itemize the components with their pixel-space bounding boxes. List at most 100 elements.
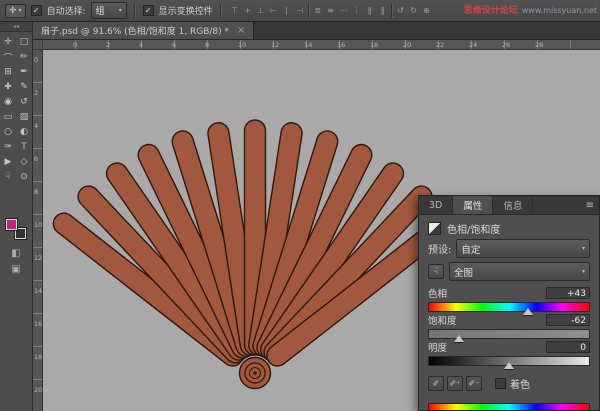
zoom-tool[interactable]: ⊙ [17,170,31,184]
ruler-number: 20 [403,40,411,50]
align-left-edges-icon[interactable]: ⊢ [268,4,280,18]
sliders: 色相+43饱和度-62明度0 [428,285,590,366]
slider-value-field[interactable]: -62 [546,314,590,326]
distribute-top-edges-icon[interactable]: ≣ [312,4,324,18]
distribute-bottom-edges-icon[interactable]: ⋯ [338,4,350,18]
tab-3d[interactable]: 3D [419,196,453,214]
align-vertical-centers-icon[interactable]: + [242,4,254,18]
slider-value-field[interactable]: +43 [546,287,590,299]
icon-group: ↺↻⊕ [395,4,433,18]
screen-mode-icon[interactable]: ▣ [11,264,20,275]
chevron-down-icon: ▾ [582,245,585,252]
pan-3d-icon[interactable]: ⊕ [421,4,433,18]
tab-info[interactable]: 信息 [493,196,533,214]
pen-tool[interactable]: ✑ [1,140,15,154]
horizontal-ruler[interactable]: 0246810121416182022242628 [43,40,600,50]
targeted-adjustment-icon[interactable]: ☟ [428,264,444,279]
hand-tool[interactable]: ☟ [1,170,15,184]
blur-tool[interactable]: ○ [1,125,15,139]
slider-group-hue: 色相+43 [428,287,590,312]
ruler-number: 14 [34,287,42,295]
watermark-site-text: 思缘设计论坛 [464,3,518,16]
chevron-down-icon: ▾ [582,268,585,275]
panel-menu-icon[interactable]: ≡ [586,196,594,214]
chevron-down-icon: ▾ [119,7,122,14]
spot-healing-brush-tool[interactable]: ✚ [1,80,15,94]
rectangular-marquee-tool[interactable]: □ [17,35,31,49]
tab-properties[interactable]: 属性 [453,196,493,214]
ruler-number: 18 [370,40,378,50]
history-brush-tool[interactable]: ↺ [17,95,31,109]
separator [134,4,136,18]
brush-tool[interactable]: ✎ [17,80,31,94]
distribute-right-edges-icon[interactable]: ‖ [377,4,389,18]
foreground-color-swatch[interactable] [5,218,18,231]
auto-select-mode-dropdown[interactable]: 组 ▾ [91,2,127,19]
quick-mask-mode-icon[interactable]: ◧ [11,248,20,259]
distribute-left-edges-icon[interactable]: ⋮ [351,4,363,18]
ruler-number: 10 [34,221,42,229]
chevron-down-icon: ▾ [19,7,22,14]
roll-3d-icon[interactable]: ↻ [408,4,420,18]
document-tab[interactable]: 扇子.psd @ 91.6% (色相/饱和度 1, RGB/8) * × [33,22,254,39]
ruler-number: 22 [436,40,444,50]
auto-select-checkbox[interactable] [31,5,42,16]
separator [220,4,222,18]
slider-value-field[interactable]: 0 [546,341,590,353]
ruler-number: 10 [238,40,246,50]
move-tool[interactable]: ✛ [1,35,15,49]
dodge-tool[interactable]: ◐ [17,125,31,139]
slider-label: 饱和度 [428,313,457,327]
slider-track-lightness[interactable] [428,356,590,366]
custom-shape-tool[interactable]: ◇ [17,155,31,169]
watermark: 思缘设计论坛 www.missyuan.net [464,3,597,16]
align-right-edges-icon[interactable]: ⊣ [294,4,306,18]
eyedropper-subtract-icon[interactable]: ✐⁻ [466,376,482,391]
ruler-number: 4 [34,122,38,130]
slider-track-saturation[interactable] [428,329,590,339]
ruler-number: 2 [34,89,38,97]
fan-shell [240,358,271,389]
eyedropper-add-icon[interactable]: ✐⁺ [447,376,463,391]
align-top-edges-icon[interactable]: ⊤ [229,4,241,18]
slider-thumb[interactable] [454,335,464,342]
colorize-label: 着色 [510,376,530,391]
channel-row: ☟ 全图 ▾ [428,262,590,281]
slider-thumb[interactable] [523,308,533,315]
vertical-ruler[interactable]: 02468101214161820 [33,50,43,411]
preset-dropdown[interactable]: 自定 ▾ [456,239,590,258]
align-horizontal-centers-icon[interactable]: | [281,4,293,18]
preset-label: 预设: [428,241,451,256]
crop-tool[interactable]: ⊞ [1,65,15,79]
collapse-toolbar-icon[interactable]: ◂◂ [0,22,32,32]
eyedropper-tool[interactable]: ✒ [17,65,31,79]
tool-grid: ✛□⌒✏⊞✒✚✎◉↺▭▨○◐✑T▶◇☟⊙ [0,35,32,184]
channel-value: 全图 [454,265,473,279]
path-selection-tool[interactable]: ▶ [1,155,15,169]
ruler-number: 24 [469,40,477,50]
align-bottom-edges-icon[interactable]: ⊥ [255,4,267,18]
type-tool[interactable]: T [17,140,31,154]
ruler-number: 6 [172,40,176,50]
ruler-number: 8 [34,188,38,196]
gradient-tool[interactable]: ▨ [17,110,31,124]
quick-selection-tool[interactable]: ✏ [17,50,31,64]
lasso-tool[interactable]: ⌒ [1,50,15,64]
slider-track-hue[interactable] [428,302,590,312]
toolbar-extra: ◧ ▣ [0,248,32,275]
channel-dropdown[interactable]: 全图 ▾ [449,262,590,281]
eraser-tool[interactable]: ▭ [1,110,15,124]
clone-stamp-tool[interactable]: ◉ [1,95,15,109]
distribute-vertical-centers-icon[interactable]: ≡ [325,4,337,18]
document-tab-bar: 扇子.psd @ 91.6% (色相/饱和度 1, RGB/8) * × [33,22,600,40]
rotate-3d-icon[interactable]: ↺ [395,4,407,18]
ruler-number: 14 [304,40,312,50]
close-icon[interactable]: × [237,25,245,36]
distribute-horizontal-centers-icon[interactable]: ∥ [364,4,376,18]
slider-thumb[interactable] [504,362,514,369]
eyedropper-group: ✐✐⁺✐⁻ [428,376,482,391]
eyedropper-sample-icon[interactable]: ✐ [428,376,444,391]
colorize-checkbox[interactable] [495,378,506,389]
show-transform-checkbox[interactable] [143,5,154,16]
current-tool-button[interactable]: ✛ ▾ [5,4,26,18]
